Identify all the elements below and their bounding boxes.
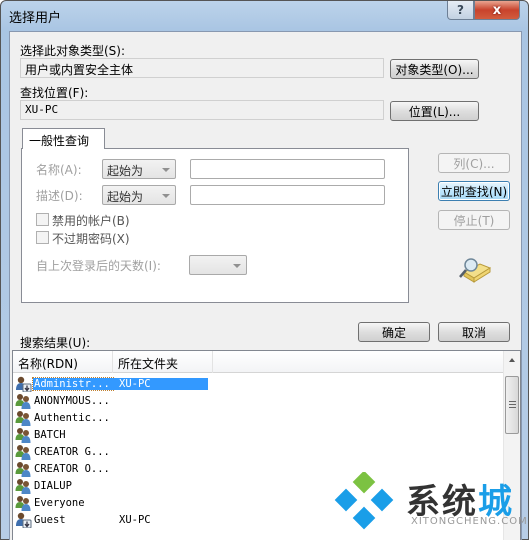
scroll-up-icon[interactable] <box>509 358 515 362</box>
group-icon <box>15 461 32 477</box>
name-input[interactable] <box>190 159 385 179</box>
list-item[interactable]: BATCH <box>15 426 119 443</box>
description-condition-value: 起始为 <box>107 190 144 204</box>
group-icon <box>15 495 32 511</box>
watermark: 系统城 XITONGCHENG.COM <box>334 466 529 540</box>
list-item-name: BATCH <box>34 428 66 441</box>
general-query-panel: 名称(A): 起始为 描述(D): 起始为 禁用的帐户(B) 不过期密码(X) … <box>21 148 409 303</box>
list-item-name: Guest <box>34 513 66 526</box>
watermark-url: XITONGCHENG.COM <box>411 516 528 527</box>
list-item[interactable]: CREATOR G... <box>15 443 119 460</box>
watermark-logo-icon <box>334 472 394 530</box>
close-button[interactable]: x <box>474 1 520 20</box>
search-results-label: 搜索结果(U): <box>20 336 91 350</box>
name-label: 名称(A): <box>36 163 82 177</box>
days-since-logon-label: 自上次登录后的天数(I): <box>36 259 161 273</box>
list-item[interactable]: DIALUP <box>15 477 119 494</box>
list-item[interactable]: Administr... XU-PC <box>15 375 208 392</box>
list-item[interactable]: Authentic... <box>15 409 119 426</box>
list-item[interactable]: CREATOR O... <box>15 460 119 477</box>
days-since-logon-combo[interactable] <box>189 255 247 275</box>
disabled-accounts-label: 禁用的帐户(B) <box>52 214 130 228</box>
list-item-name: Administr... <box>32 376 114 391</box>
group-icon <box>15 427 32 443</box>
close-icon: x <box>492 2 502 18</box>
search-folder-icon <box>456 254 492 284</box>
chevron-down-icon <box>233 264 241 268</box>
help-button[interactable]: ? <box>447 1 474 20</box>
user-icon <box>15 512 32 528</box>
scrollbar-thumb[interactable] <box>505 376 519 434</box>
list-item-name: Authentic... <box>34 411 110 424</box>
list-item-name: DIALUP <box>34 479 72 492</box>
description-label: 描述(D): <box>36 189 83 203</box>
list-item[interactable]: Guest XU-PC <box>15 511 151 528</box>
group-icon <box>15 478 32 494</box>
list-item-folder: XU-PC <box>113 377 208 390</box>
help-icon: ? <box>457 3 464 17</box>
list-header: 名称(RDN) 所在文件夹 <box>13 351 503 373</box>
group-icon <box>15 444 32 460</box>
find-now-button[interactable]: 立即查找(N) <box>438 181 510 201</box>
object-types-button[interactable]: 对象类型(O)... <box>390 59 479 79</box>
tab-general-query[interactable]: 一般性查询 <box>22 128 105 149</box>
list-item-folder: XU-PC <box>119 513 151 526</box>
columns-button[interactable]: 列(C)... <box>438 153 510 173</box>
column-header-name[interactable]: 名称(RDN) <box>13 351 113 373</box>
name-condition-value: 起始为 <box>107 164 144 178</box>
location-label: 查找位置(F): <box>20 86 89 100</box>
user-icon <box>15 376 32 392</box>
location-field: XU-PC <box>20 100 384 120</box>
description-input[interactable] <box>190 185 385 205</box>
chevron-down-icon <box>162 194 170 198</box>
disabled-accounts-checkbox[interactable] <box>36 213 49 226</box>
cancel-button[interactable]: 取消 <box>438 322 510 342</box>
object-type-label: 选择此对象类型(S): <box>20 44 126 58</box>
list-item-name: Everyone <box>34 496 85 509</box>
dialog-window: 选择用户 ? x 选择此对象类型(S): 用户或内置安全主体 对象类型(O)..… <box>0 0 529 540</box>
ok-button[interactable]: 确定 <box>358 322 430 342</box>
group-icon <box>15 410 32 426</box>
list-item-name: CREATOR G... <box>34 445 110 458</box>
column-header-folder[interactable]: 所在文件夹 <box>113 351 213 373</box>
non-expiring-password-label: 不过期密码(X) <box>52 232 130 246</box>
list-item[interactable]: ANONYMOUS... <box>15 392 119 409</box>
group-icon <box>15 393 32 409</box>
object-type-field: 用户或内置安全主体 <box>20 58 384 78</box>
name-condition-combo[interactable]: 起始为 <box>102 159 176 179</box>
window-title: 选择用户 <box>9 11 62 26</box>
stop-button[interactable]: 停止(T) <box>438 210 510 230</box>
list-item[interactable]: Everyone <box>15 494 119 511</box>
locations-button[interactable]: 位置(L)... <box>390 101 479 121</box>
description-condition-combo[interactable]: 起始为 <box>102 185 176 205</box>
chevron-down-icon <box>162 168 170 172</box>
non-expiring-password-checkbox[interactable] <box>36 231 49 244</box>
list-item-name: CREATOR O... <box>34 462 110 475</box>
dialog-client: 选择此对象类型(S): 用户或内置安全主体 对象类型(O)... 查找位置(F)… <box>9 31 522 540</box>
list-item-name: ANONYMOUS... <box>34 394 110 407</box>
